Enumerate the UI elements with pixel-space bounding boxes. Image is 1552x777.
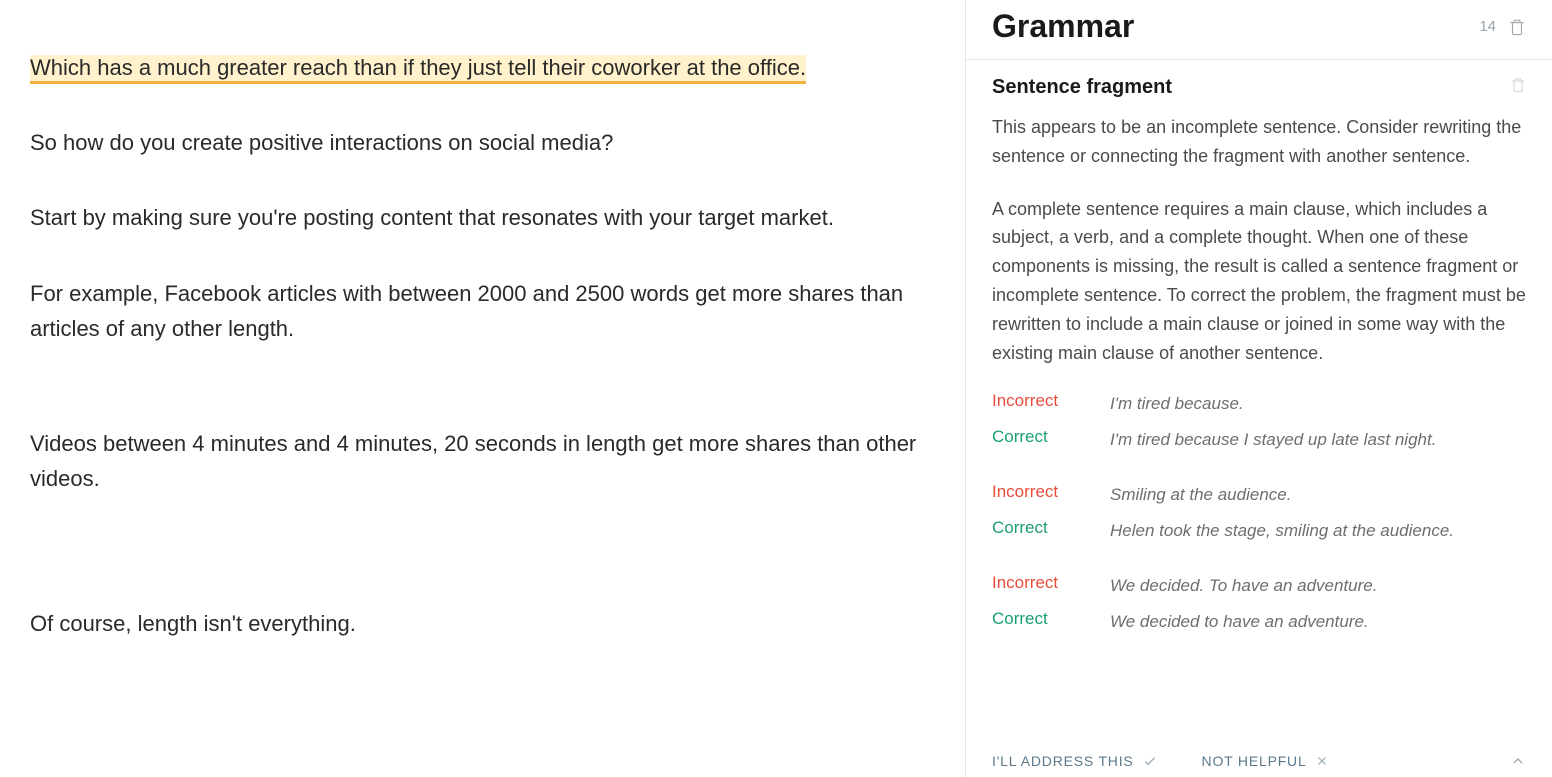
editor-paragraph[interactable]: For example, Facebook articles with betw… — [30, 276, 935, 346]
not-helpful-label: NOT HELPFUL — [1202, 753, 1307, 769]
editor-pane[interactable]: Which has a much greater reach than if t… — [0, 0, 965, 777]
example-group: Incorrect Smiling at the audience. Corre… — [992, 482, 1526, 543]
editor-paragraph[interactable]: Of course, length isn't everything. — [30, 606, 935, 641]
trash-icon[interactable] — [1510, 76, 1526, 94]
correct-label: Correct — [992, 427, 1068, 447]
example-text: I'm tired because I stayed up late last … — [1110, 427, 1526, 453]
example-text: We decided to have an adventure. — [1110, 609, 1526, 635]
address-label: I'LL ADDRESS THIS — [992, 753, 1134, 769]
example-row-correct: Correct Helen took the stage, smiling at… — [992, 518, 1526, 544]
example-text: Smiling at the audience. — [1110, 482, 1526, 508]
issue-title: Sentence fragment — [992, 76, 1172, 99]
footer-actions: I'LL ADDRESS THIS NOT HELPFUL — [992, 753, 1329, 769]
editor-paragraph[interactable]: Start by making sure you're posting cont… — [30, 200, 935, 235]
correct-label: Correct — [992, 518, 1068, 538]
sidebar-header: Grammar 14 — [966, 0, 1552, 60]
address-button[interactable]: I'LL ADDRESS THIS — [992, 753, 1158, 769]
example-row-incorrect: Incorrect Smiling at the audience. — [992, 482, 1526, 508]
example-row-incorrect: Incorrect We decided. To have an adventu… — [992, 573, 1526, 599]
examples-section: Incorrect I'm tired because. Correct I'm… — [992, 391, 1526, 634]
example-row-correct: Correct We decided to have an adventure. — [992, 609, 1526, 635]
issue-description: This appears to be an incomplete sentenc… — [992, 113, 1526, 171]
correct-label: Correct — [992, 609, 1068, 629]
incorrect-label: Incorrect — [992, 482, 1068, 502]
example-group: Incorrect I'm tired because. Correct I'm… — [992, 391, 1526, 452]
highlighted-sentence[interactable]: Which has a much greater reach than if t… — [30, 55, 806, 84]
not-helpful-button[interactable]: NOT HELPFUL — [1202, 753, 1329, 769]
sidebar-header-actions: 14 — [1479, 17, 1526, 37]
sidebar-footer: I'LL ADDRESS THIS NOT HELPFUL — [966, 741, 1552, 777]
editor-paragraph[interactable]: Videos between 4 minutes and 4 minutes, … — [30, 426, 935, 496]
example-row-incorrect: Incorrect I'm tired because. — [992, 391, 1526, 417]
editor-paragraph[interactable]: So how do you create positive interactio… — [30, 125, 935, 160]
trash-icon[interactable] — [1508, 17, 1526, 37]
incorrect-label: Incorrect — [992, 391, 1068, 411]
sidebar-body: Sentence fragment This appears to be an … — [966, 60, 1552, 741]
close-icon — [1315, 754, 1329, 768]
example-group: Incorrect We decided. To have an adventu… — [992, 573, 1526, 634]
check-icon — [1142, 753, 1158, 769]
example-text: I'm tired because. — [1110, 391, 1526, 417]
example-text: Helen took the stage, smiling at the aud… — [1110, 518, 1526, 544]
sidebar-title: Grammar — [992, 8, 1134, 45]
example-row-correct: Correct I'm tired because I stayed up la… — [992, 427, 1526, 453]
chevron-up-icon[interactable] — [1510, 753, 1526, 769]
incorrect-label: Incorrect — [992, 573, 1068, 593]
issue-description-detail: A complete sentence requires a main clau… — [992, 195, 1526, 368]
issue-count: 14 — [1479, 18, 1496, 35]
issue-header: Sentence fragment — [992, 76, 1526, 99]
example-text: We decided. To have an adventure. — [1110, 573, 1526, 599]
grammar-sidebar: Grammar 14 Sentence fragment This appear… — [965, 0, 1552, 777]
editor-paragraph-highlighted[interactable]: Which has a much greater reach than if t… — [30, 50, 935, 85]
